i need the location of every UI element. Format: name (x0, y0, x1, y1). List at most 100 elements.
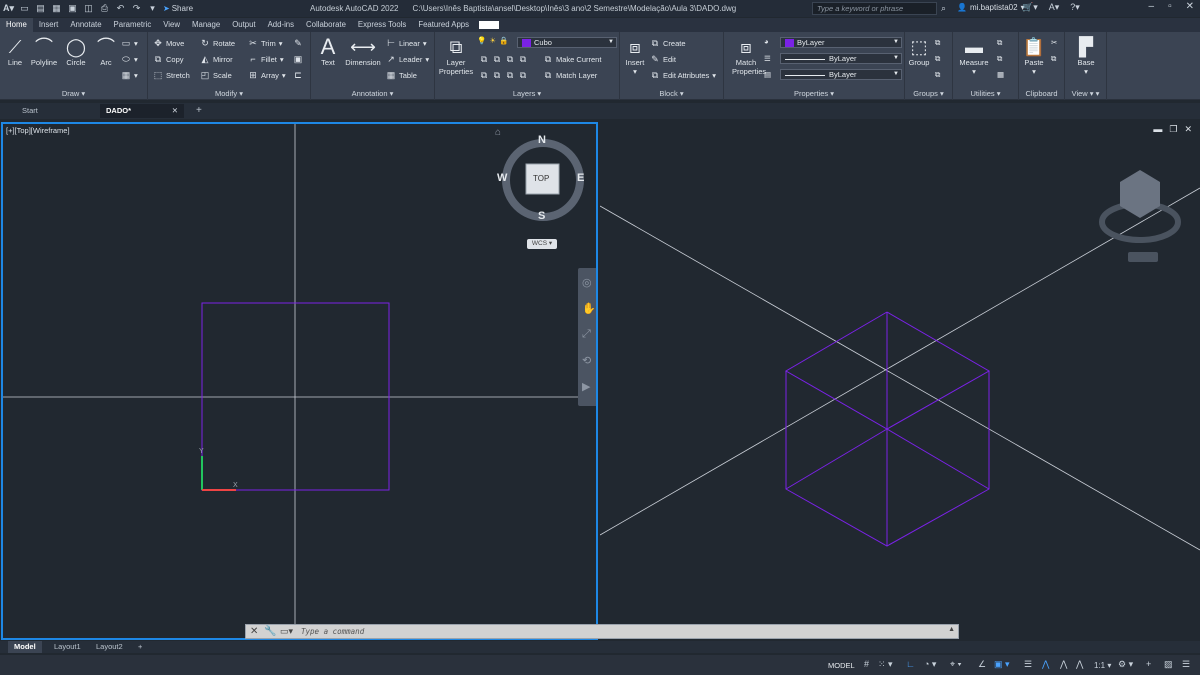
lineweight-toggle-icon[interactable]: ☰ (1024, 659, 1032, 670)
minimize-viewport-icon[interactable]: ▬ (1153, 124, 1162, 135)
scale-button[interactable]: ◰ Scale (200, 70, 232, 81)
cube-wireframe[interactable] (785, 311, 991, 547)
cart-icon[interactable]: 🛒▾ (1022, 2, 1038, 13)
restore-viewport-icon[interactable]: ❐ (1169, 124, 1177, 135)
tab-manage[interactable]: Manage (186, 18, 226, 32)
panel-title-draw[interactable]: Draw ▾ (0, 89, 147, 98)
tab-output[interactable]: Output (226, 18, 261, 32)
leader-button[interactable]: ↗ Leader ▾ (386, 54, 429, 65)
viewport-top[interactable]: Y X [+][Top][Wireframe] ⌂ N S W E TOP WC… (1, 122, 598, 640)
edit-block-button[interactable]: ✎ Edit (650, 54, 676, 65)
paste-button[interactable]: 📋 Paste ▾ (1021, 36, 1047, 76)
rectangle-button[interactable]: ▭ ▾ (121, 38, 138, 49)
search-icon[interactable]: ⌕ (941, 3, 946, 14)
recent-commands-icon[interactable]: ▭▾ (280, 626, 293, 637)
workspace-gear-icon[interactable]: ⚙ ▾ (1118, 659, 1133, 670)
viewcube-north[interactable]: N (538, 134, 546, 146)
fillet-button[interactable]: ⌐ Fillet ▾ (248, 54, 283, 64)
object-snap-icon[interactable]: ▣ ▾ (994, 659, 1010, 670)
tab-featured-apps[interactable]: Featured Apps (412, 18, 475, 32)
user-account[interactable]: 👤 mi.baptista02 ▾ (957, 3, 1025, 12)
calculator-icon[interactable]: ▦ (997, 70, 1004, 79)
array-button[interactable]: ⊞ Array ▾ (248, 70, 285, 81)
hardware-acceleration-icon[interactable]: ▨ (1164, 659, 1173, 670)
save-icon[interactable]: ▦ (51, 3, 62, 14)
match-properties-button[interactable]: ⧈ Match Properties (732, 36, 766, 76)
tab-view[interactable]: View (157, 18, 186, 32)
viewcube-iso-cube[interactable] (1120, 170, 1160, 218)
zoom-icon[interactable]: ⤢ (582, 328, 591, 341)
match-layer-button[interactable]: ⧉ Match Layer (543, 70, 598, 81)
viewcube-west[interactable]: W (497, 172, 507, 184)
gradient-button[interactable]: ▦ ▾ (121, 70, 138, 81)
file-tab-dado[interactable]: DADO* ✕ (100, 104, 184, 118)
share-button[interactable]: ➤ Share (163, 4, 193, 13)
color-wheel-icon[interactable]: ◕ (764, 37, 769, 46)
auto-scale-icon[interactable]: ⋀ (1060, 659, 1067, 670)
ortho-icon[interactable]: ∟ (906, 659, 915, 669)
measure-button[interactable]: ▬ Measure ▾ (957, 36, 991, 76)
new-file-icon[interactable]: ▭ (19, 3, 30, 14)
layer-properties-button[interactable]: ⧉ Layer Properties (438, 36, 474, 76)
viewport-controls-label[interactable]: [+][Top][Wireframe] (6, 126, 70, 135)
close-icon[interactable]: ✕ (1186, 1, 1194, 12)
minimize-icon[interactable]: – (1149, 1, 1155, 12)
object-snap-tracking-icon[interactable]: ∠ (978, 659, 986, 670)
circle-button[interactable]: ◯ Circle (63, 36, 89, 67)
customize-dropdown-icon[interactable]: ▾ (147, 3, 158, 14)
polar-icon[interactable]: ◔ ▾ (924, 659, 936, 670)
trim-button[interactable]: ✂ Trim ▾ (248, 38, 282, 49)
offset-button[interactable]: ⊏ (293, 70, 303, 81)
lightbulb-icon[interactable]: 💡 (477, 36, 486, 45)
app-menu-icon[interactable]: A▾ (3, 3, 14, 14)
panel-title-clipboard[interactable]: Clipboard (1019, 89, 1064, 98)
group-edit-icon[interactable]: ⧉ (935, 54, 940, 64)
layer-unisolate-icon[interactable]: ⧉ (479, 70, 489, 81)
explode-button[interactable]: ▣ (293, 54, 303, 65)
viewcube-top-label[interactable]: TOP (533, 174, 549, 183)
make-current-button[interactable]: ⧉ Make Current (543, 54, 602, 65)
layout-tab-layout1[interactable]: Layout1 (48, 641, 87, 653)
help-icon[interactable]: ?▾ (1070, 2, 1080, 13)
edit-attributes-button[interactable]: ⧉ Edit Attributes ▾ (650, 70, 716, 81)
rotate-button[interactable]: ↻ Rotate (200, 38, 235, 49)
layer-lock-icon[interactable]: ⧉ (518, 54, 528, 65)
annotation-scale-value[interactable]: 1:1 ▾ (1094, 661, 1111, 670)
mirror-button[interactable]: ◭ Mirror (200, 54, 233, 65)
tab-annotate[interactable]: Annotate (64, 18, 107, 32)
layer-off-icon[interactable]: ⧉ (492, 54, 502, 65)
panel-title-annotation[interactable]: Annotation ▾ (311, 89, 434, 98)
create-block-button[interactable]: ⧉ Create (650, 38, 686, 49)
command-input[interactable]: Type a command (301, 627, 364, 636)
annotation-visibility-icon[interactable]: ⋀ (1042, 659, 1049, 670)
search-input[interactable]: Type a keyword or phrase (812, 2, 937, 15)
tab-parametric[interactable]: Parametric (108, 18, 158, 32)
base-button[interactable]: ▛ Base ▾ (1071, 36, 1101, 76)
color-dropdown[interactable]: ByLayer ▼ (780, 37, 902, 48)
command-history-toggle[interactable]: ▲ (948, 626, 955, 633)
close-command-icon[interactable]: ✕ (250, 626, 258, 637)
isodraft-icon[interactable]: ⌖ ▾ (950, 659, 961, 670)
new-layout-button[interactable]: + (132, 641, 148, 653)
panel-title-view[interactable]: View ▾ ▾ (1065, 89, 1106, 98)
quick-select-icon[interactable]: ⧉ (997, 38, 1002, 48)
ungroup-icon[interactable]: ⧉ (935, 38, 940, 48)
tab-add-ins[interactable]: Add-ins (262, 18, 300, 32)
open-web-icon[interactable]: ◫ (83, 3, 94, 14)
layout-tab-layout2[interactable]: Layout2 (90, 641, 129, 653)
new-tab-button[interactable]: + (190, 104, 206, 118)
maximize-icon[interactable]: ▫ (1168, 1, 1172, 12)
sun-icon[interactable]: ☀ (489, 36, 496, 45)
lock-icon[interactable]: 🔒 (499, 36, 508, 45)
arc-button[interactable]: ⌒ Arc (95, 36, 117, 67)
layer-on-icon[interactable]: ⧉ (492, 70, 502, 81)
ucs-menu[interactable]: WCS ▾ (527, 239, 557, 249)
layer-iso-icon[interactable]: ⧉ (479, 54, 489, 65)
undo-icon[interactable]: ↶ (115, 3, 126, 14)
panel-title-properties[interactable]: Properties ▾ (724, 89, 904, 98)
panel-title-block[interactable]: Block ▾ (620, 89, 723, 98)
plot-icon[interactable]: ⎙ (99, 3, 110, 14)
stretch-button[interactable]: ⬚ Stretch (153, 70, 190, 81)
orbit-icon[interactable]: ⟲ (582, 354, 591, 367)
hatch-button[interactable]: ⬭ ▾ (121, 54, 138, 65)
